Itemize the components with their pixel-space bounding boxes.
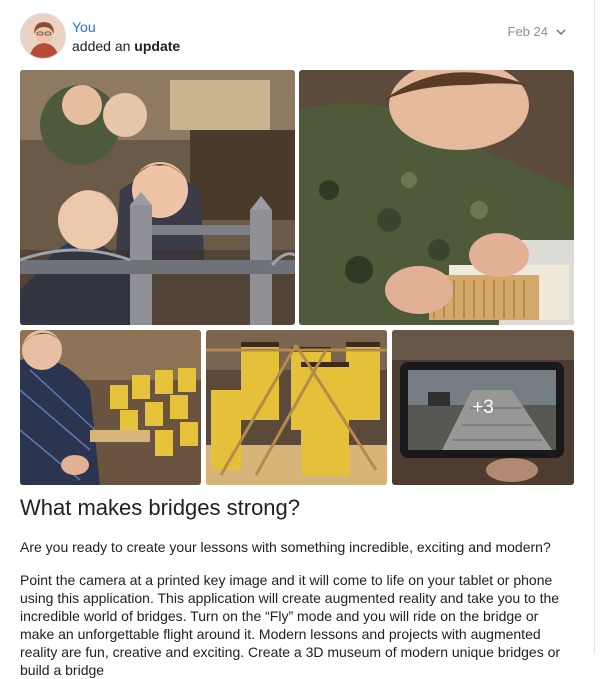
photo-bridge-model[interactable]: [20, 70, 295, 325]
action-object: update: [134, 38, 181, 54]
post-header: You added an update Feb 24: [20, 13, 574, 61]
photo-boy-building[interactable]: [299, 70, 574, 325]
action-prefix: added an: [72, 38, 131, 54]
bridge-model-image: [20, 70, 295, 325]
cup-structure-image: [206, 330, 387, 485]
avatar[interactable]: [20, 13, 66, 59]
chevron-down-icon[interactable]: [554, 25, 568, 39]
more-photos-overlay[interactable]: +3: [392, 330, 574, 485]
photo-cup-structure[interactable]: [206, 330, 387, 485]
cup-bridge-image: [20, 330, 201, 485]
boy-building-image: [299, 70, 574, 325]
author-link[interactable]: You: [72, 19, 96, 35]
post-paragraph-2: Point the camera at a printed key image …: [20, 572, 561, 678]
post-action: added an update: [72, 38, 180, 54]
more-photos-count: +3: [472, 396, 494, 418]
post-card: You added an update Feb 24 +3 What makes…: [0, 0, 595, 678]
photo-cup-bridge[interactable]: [20, 330, 201, 485]
post-date: Feb 24: [507, 24, 548, 39]
photo-tablet-ar[interactable]: +3: [392, 330, 574, 485]
post-paragraph-1: Are you ready to create your lessons wit…: [20, 539, 551, 555]
post-title: What makes bridges strong?: [20, 495, 301, 520]
